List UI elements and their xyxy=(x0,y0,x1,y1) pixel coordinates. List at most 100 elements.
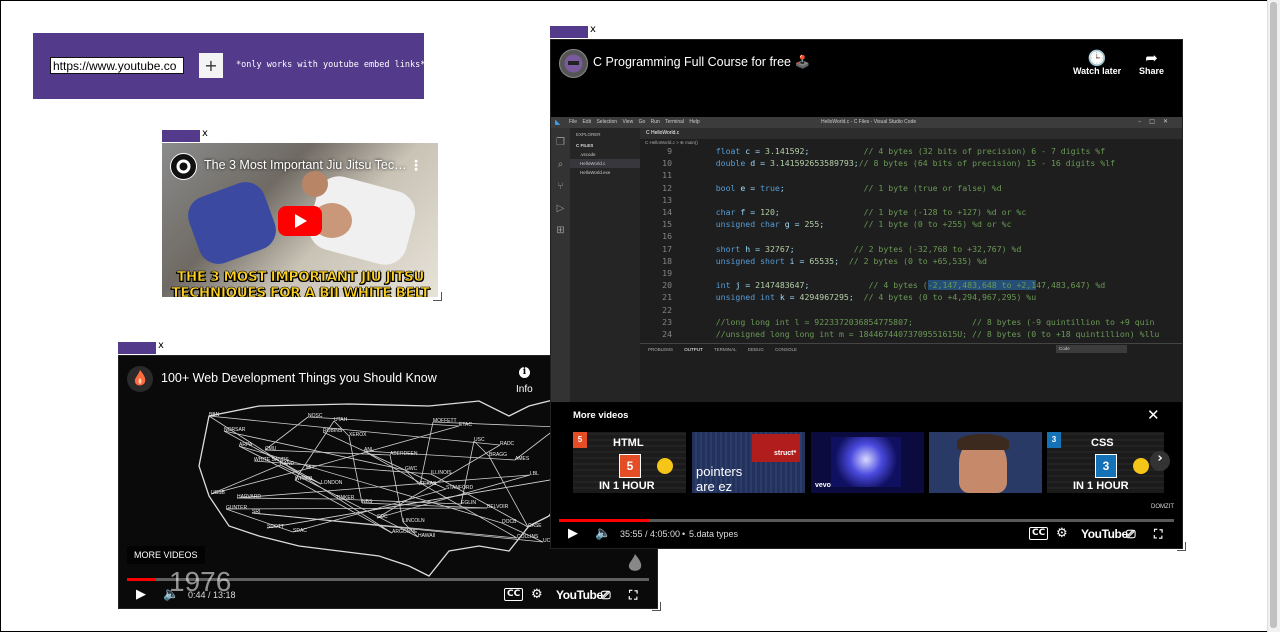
share-button[interactable]: ➦ Share xyxy=(1139,50,1164,76)
more-options-icon[interactable]: ⋮ xyxy=(409,158,423,174)
map-label: HAWAII xyxy=(418,533,435,539)
settings-gear-icon[interactable]: ⚙ xyxy=(1056,526,1068,542)
play-icon[interactable]: ▶ xyxy=(568,526,578,542)
chapter-separator: • xyxy=(682,529,686,539)
thumb-line-1: CSS xyxy=(1091,437,1114,449)
vscode-menu-item: Help xyxy=(689,119,700,125)
vscode-icon: ◣ xyxy=(555,118,561,126)
bjj-player[interactable]: The 3 Most Important Jiu Jitsu Tec… ⋮ TH… xyxy=(162,143,438,297)
play-icon[interactable]: ▶ xyxy=(136,587,146,603)
window-controls-icon: –□✕ xyxy=(1138,118,1176,125)
fullscreen-icon[interactable]: ⛶ xyxy=(629,587,637,603)
map-label: UCSB xyxy=(211,490,226,496)
resize-handle[interactable] xyxy=(652,602,661,611)
channel-avatar[interactable] xyxy=(559,49,588,78)
watch-later-button[interactable]: 🕒 Watch later xyxy=(1073,50,1121,76)
code-line: 22 xyxy=(640,304,1182,316)
map-label: ETAC xyxy=(459,422,472,428)
volume-icon[interactable]: 🔈 xyxy=(595,526,611,542)
cprog-window-header[interactable]: x xyxy=(550,24,610,38)
progress-bar[interactable] xyxy=(127,578,649,581)
line-number: 12 xyxy=(662,182,672,193)
code-line: 13 xyxy=(640,194,1182,206)
map-label: ILLINOIS xyxy=(431,470,452,476)
video-title[interactable]: The 3 Most Important Jiu Jitsu Tec… xyxy=(204,158,407,172)
close-window-button[interactable]: x xyxy=(590,24,596,35)
url-input[interactable] xyxy=(50,57,184,74)
resize-handle[interactable] xyxy=(433,292,442,301)
map-label: SRI xyxy=(252,509,260,515)
play-button-icon[interactable] xyxy=(278,206,322,236)
line-number: 14 xyxy=(662,207,672,218)
map-label: BBN xyxy=(209,412,220,418)
video-title[interactable]: C Programming Full Course for free 🕹️ xyxy=(593,55,810,70)
more-videos-button[interactable]: MORE VIDEOS xyxy=(127,546,205,564)
code-line: 19 xyxy=(640,267,1182,279)
html5-icon: 5 xyxy=(573,432,587,448)
progress-bar[interactable] xyxy=(559,519,1174,522)
channel-avatar[interactable] xyxy=(127,366,153,392)
video-title[interactable]: 100+ Web Development Things you Should K… xyxy=(161,371,437,385)
youtube-logo[interactable]: YouTube xyxy=(1081,527,1128,541)
map-label: TINKER xyxy=(336,495,355,501)
thumb-hair xyxy=(957,434,1009,450)
window-drag-tab[interactable] xyxy=(162,130,200,142)
cast-icon[interactable]: ⎚ xyxy=(601,587,611,603)
vscode-menu-item: Edit xyxy=(582,119,597,125)
vscode-activity-bar: ❐ ⌕ ⑂ ▷ ⊞ xyxy=(551,128,570,403)
info-label[interactable]: Info xyxy=(516,384,533,395)
cprog-player[interactable]: C Programming Full Course for free 🕹️ 🕒 W… xyxy=(550,39,1183,549)
captions-icon[interactable]: CC xyxy=(1029,527,1049,540)
map-label: NORSAR xyxy=(224,427,246,433)
more-video-thumb-1[interactable]: 5 HTML 5 IN 1 HOUR xyxy=(573,432,686,493)
output-select: Code xyxy=(1056,345,1127,353)
code-line: 17 short h = 32767; // 2 bytes (-32,768 … xyxy=(640,243,1182,255)
line-number: 19 xyxy=(662,268,672,279)
settings-gear-icon[interactable]: ⚙ xyxy=(531,587,543,603)
explorer-label: EXPLORER xyxy=(576,132,601,137)
webdev-window-header[interactable]: x xyxy=(118,340,178,354)
embed-note: *only works with youtube embed links* xyxy=(236,60,426,70)
cast-icon[interactable]: ⎚ xyxy=(1126,526,1136,542)
channel-logo-icon xyxy=(564,54,583,73)
line-text: unsigned char g = 255; // 1 byte (0 to +… xyxy=(715,219,1012,230)
file-item: HelloWorld.c xyxy=(570,159,640,168)
panel-tab: OUTPUT xyxy=(684,347,714,352)
bjj-window-header[interactable]: x xyxy=(162,128,222,142)
fullscreen-icon[interactable]: ⛶ xyxy=(1154,526,1162,542)
line-text: unsigned int k = 4294967295; // 4 bytes … xyxy=(715,292,1037,303)
close-window-button[interactable]: x xyxy=(202,128,208,139)
page-scrollbar[interactable] xyxy=(1267,0,1280,632)
map-label: SDAC xyxy=(293,528,307,534)
resize-handle[interactable] xyxy=(1177,542,1186,551)
next-arrow-icon[interactable]: › xyxy=(1150,451,1170,471)
line-number: 11 xyxy=(662,170,672,181)
close-icon[interactable]: ✕ xyxy=(1147,406,1160,424)
clock-icon: 🕒 xyxy=(1087,49,1107,67)
youtube-logo[interactable]: YouTube xyxy=(556,588,603,602)
channel-avatar[interactable] xyxy=(170,153,197,180)
channel-watermark-icon[interactable] xyxy=(624,552,646,574)
more-video-thumb-2[interactable]: struct* pointers are ez xyxy=(692,432,805,493)
map-label: WPAFB xyxy=(295,476,313,482)
code-line: 11 xyxy=(640,169,1182,181)
caption-line-2: TECHNIQUES FOR A BJJ WHITE BELT xyxy=(171,285,430,297)
window-drag-tab[interactable] xyxy=(118,342,156,354)
captions-icon[interactable]: CC xyxy=(504,588,524,601)
file-item: HelloWorld.exe xyxy=(580,170,611,175)
window-drag-tab[interactable] xyxy=(550,26,588,38)
more-video-thumb-4[interactable] xyxy=(929,432,1042,493)
volume-icon[interactable]: 🔈 xyxy=(163,587,179,603)
close-window-button[interactable]: x xyxy=(158,340,164,351)
more-video-thumb-5[interactable]: 3 CSS 3 IN 1 HOUR xyxy=(1047,432,1164,493)
map-label: MIT xyxy=(306,465,315,471)
add-video-button[interactable]: + xyxy=(199,53,223,78)
more-video-thumb-3[interactable]: vevo xyxy=(811,432,924,493)
line-number: 16 xyxy=(662,231,672,242)
map-label: ROBINS xyxy=(323,428,343,434)
map-label: RADC xyxy=(500,441,515,447)
scrollbar-thumb[interactable] xyxy=(1270,2,1277,628)
chapter-title[interactable]: 5.data types xyxy=(689,529,738,539)
info-icon[interactable]: i xyxy=(519,367,530,378)
code-line: 24 //unsigned long long int m = 18446744… xyxy=(640,328,1182,340)
